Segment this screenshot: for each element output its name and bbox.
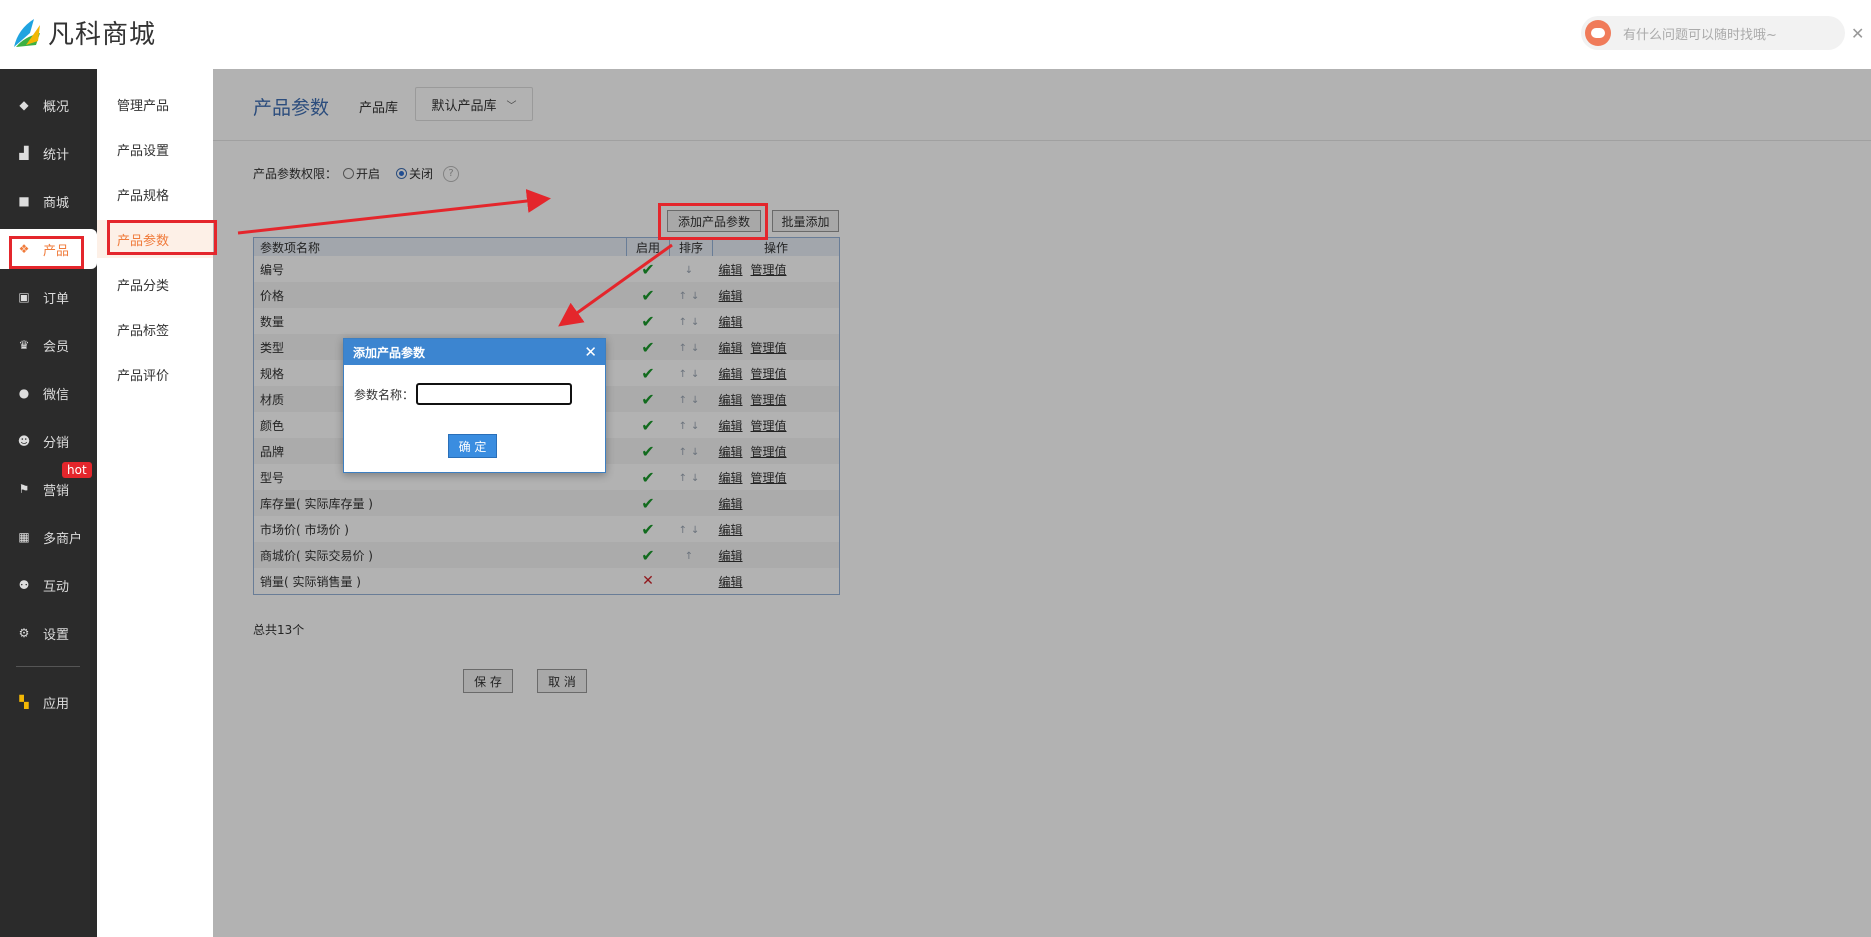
annotation-arrows: [237, 189, 673, 327]
annotation-arrow-to-button: [237, 189, 551, 235]
annotation-arrow-to-dialog: [558, 243, 673, 327]
